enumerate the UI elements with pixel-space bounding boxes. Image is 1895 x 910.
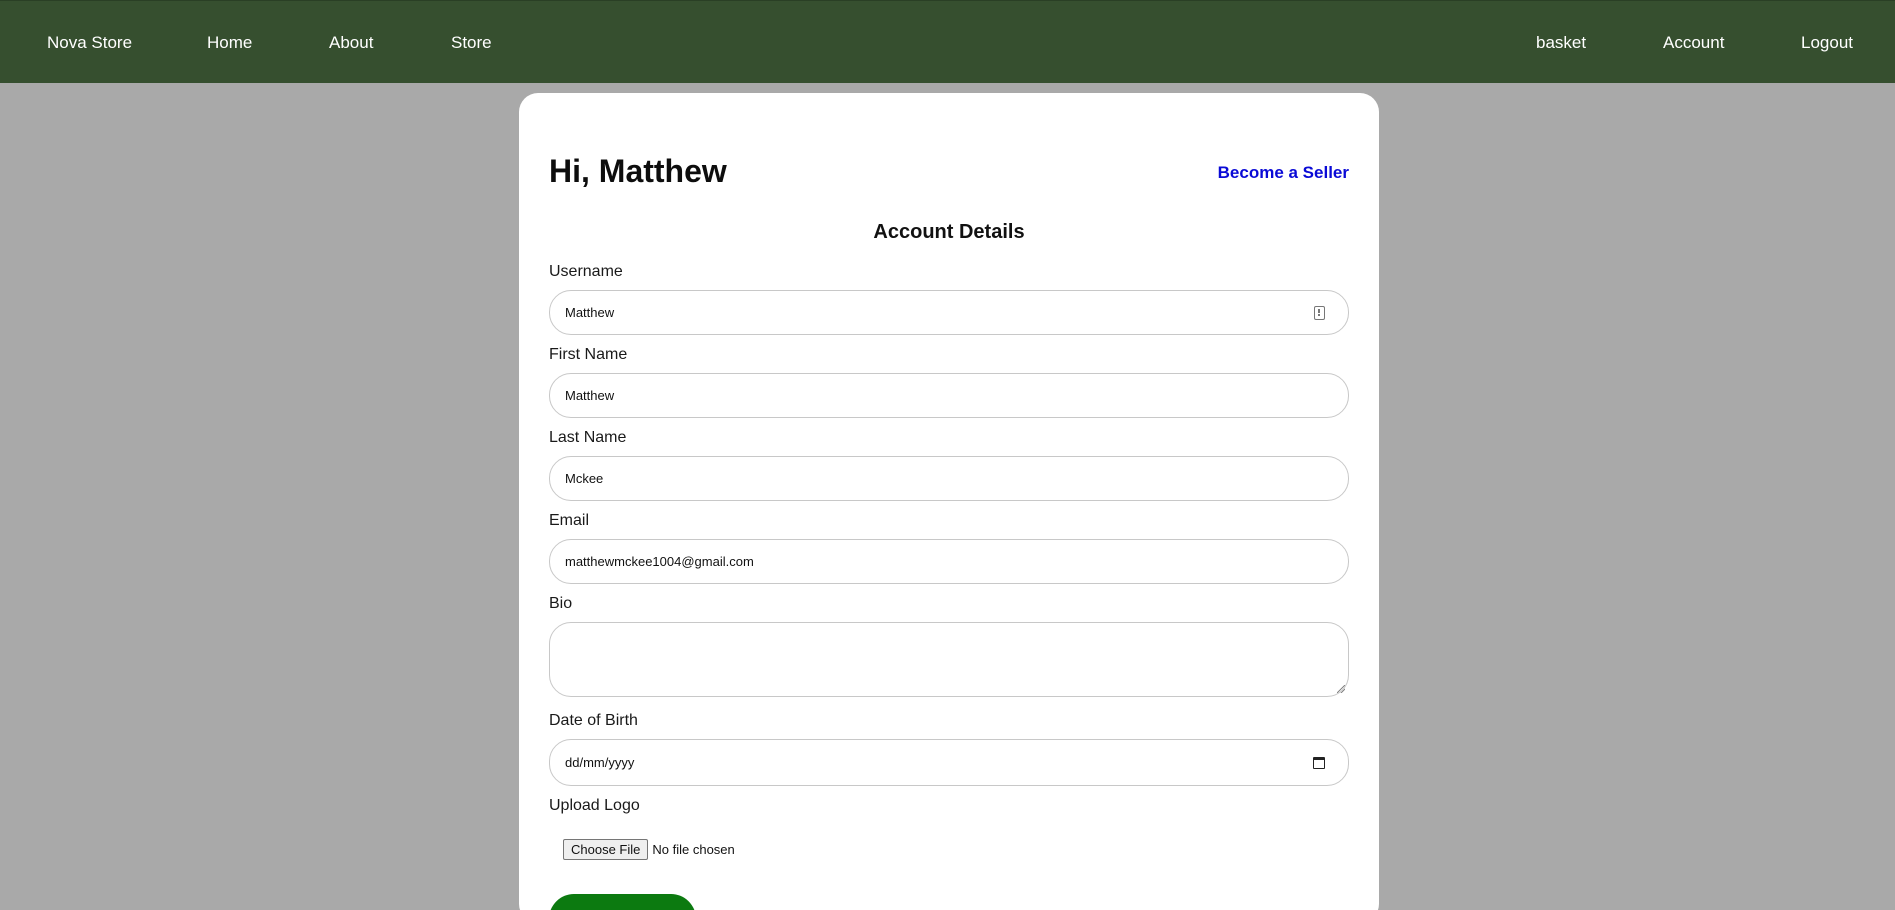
email-label: Email <box>549 512 590 529</box>
nav-basket-link[interactable]: basket <box>1536 1 1586 84</box>
file-status-text: No file chosen <box>652 842 735 857</box>
email-value: matthewmckee1004@gmail.com <box>565 554 754 569</box>
dob-label: Date of Birth <box>549 712 638 729</box>
username-label: Username <box>549 263 623 280</box>
username-input[interactable]: Matthew <box>549 290 1349 335</box>
dob-input[interactable]: dd/mm/yyyy <box>549 739 1349 786</box>
dob-placeholder: dd/mm/yyyy <box>565 755 635 770</box>
nav-account-link[interactable]: Account <box>1663 1 1724 84</box>
last-name-value: Mckee <box>565 471 604 486</box>
nav-store-link[interactable]: Store <box>451 1 492 84</box>
account-card: Hi, Matthew Become a Seller Account Deta… <box>519 93 1379 910</box>
top-navbar: Nova Store Home About Store basket Accou… <box>0 0 1895 83</box>
greeting-heading: Hi, Matthew <box>549 153 727 189</box>
nav-home-link[interactable]: Home <box>207 1 252 84</box>
choose-file-button[interactable]: Choose File <box>563 839 649 860</box>
nav-about-link[interactable]: About <box>329 1 373 84</box>
email-input[interactable]: matthewmckee1004@gmail.com <box>549 539 1349 584</box>
calendar-icon[interactable] <box>1313 756 1325 769</box>
bio-label: Bio <box>549 595 573 612</box>
first-name-value: Matthew <box>565 388 615 403</box>
last-name-label: Last Name <box>549 429 627 446</box>
autofill-card-icon[interactable] <box>1314 305 1325 320</box>
first-name-label: First Name <box>549 346 628 363</box>
nav-logout-link[interactable]: Logout <box>1801 1 1853 84</box>
account-details-title: Account Details <box>873 221 1025 243</box>
save-button[interactable] <box>549 894 696 910</box>
become-seller-link[interactable]: Become a Seller <box>1218 163 1349 183</box>
username-value: Matthew <box>565 305 615 320</box>
bio-textarea[interactable] <box>549 622 1349 697</box>
resize-grip-icon[interactable] <box>1337 685 1345 693</box>
last-name-input[interactable]: Mckee <box>549 456 1349 501</box>
upload-logo-label: Upload Logo <box>549 797 640 814</box>
nav-brand-link[interactable]: Nova Store <box>47 1 132 84</box>
logo-file-input[interactable]: Choose File No file chosen <box>563 839 735 860</box>
first-name-input[interactable]: Matthew <box>549 373 1349 418</box>
